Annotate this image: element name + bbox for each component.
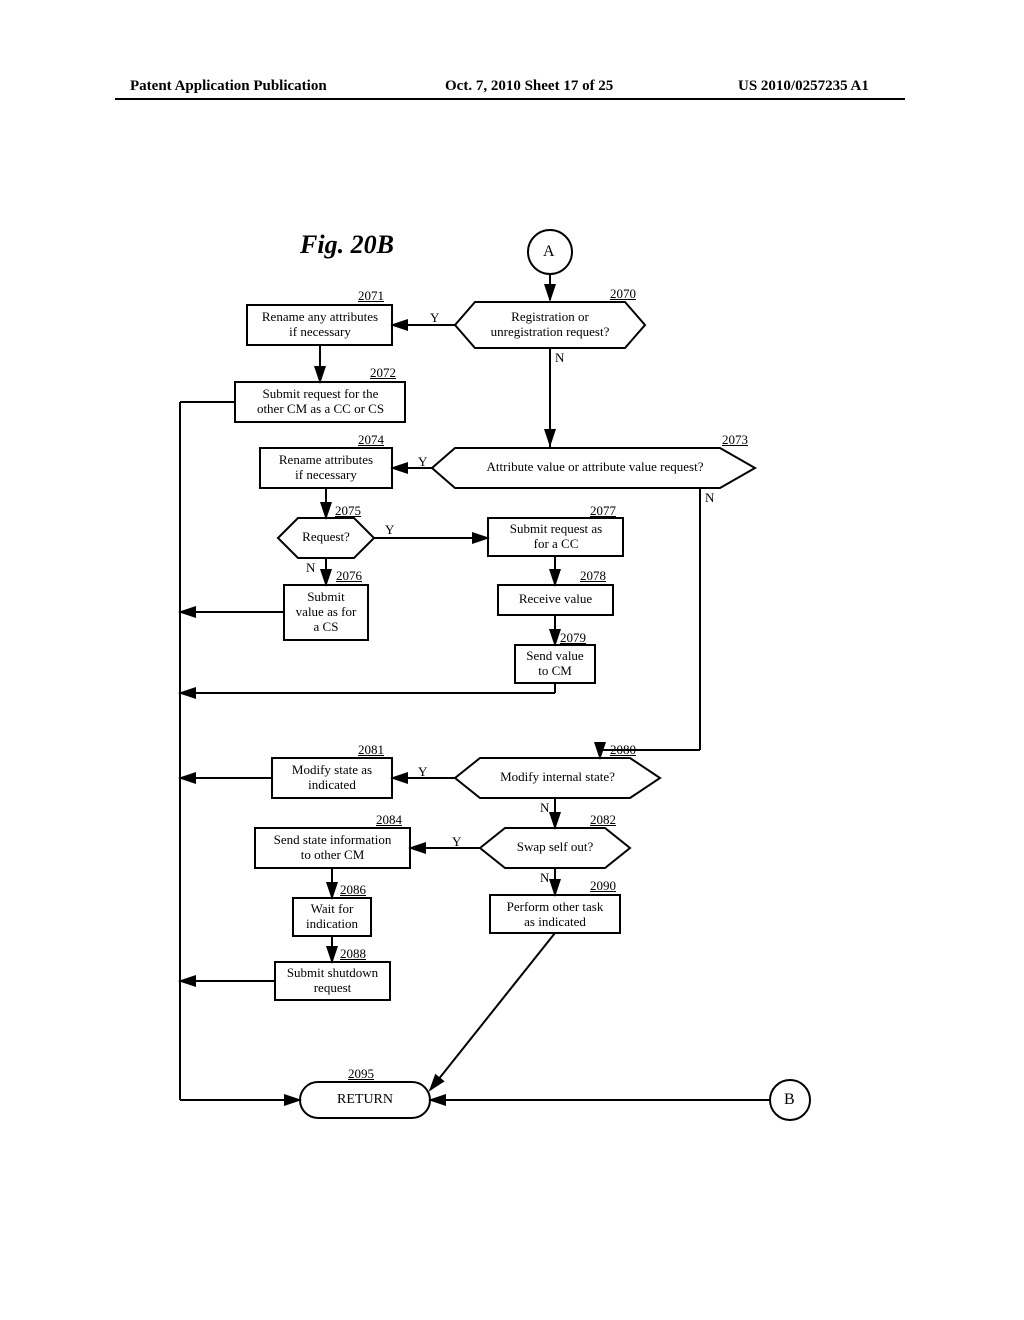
text-2090: Perform other taskas indicated — [490, 900, 620, 930]
num-2078: 2078 — [580, 568, 606, 584]
num-2081: 2081 — [358, 742, 384, 758]
num-2082: 2082 — [590, 812, 616, 828]
num-2074: 2074 — [358, 432, 384, 448]
yn-2073-n: N — [705, 490, 714, 506]
yn-2080-n: N — [540, 800, 549, 816]
num-2071: 2071 — [358, 288, 384, 304]
text-2073: Attribute value or attribute value reque… — [455, 460, 735, 475]
text-2071: Rename any attributesif necessary — [250, 310, 390, 340]
text-2086: Wait forindication — [293, 902, 371, 932]
num-2077: 2077 — [590, 503, 616, 519]
num-2088: 2088 — [340, 946, 366, 962]
text-2072: Submit request for theother CM as a CC o… — [238, 387, 403, 417]
connector-a-label: A — [543, 243, 555, 261]
num-2086: 2086 — [340, 882, 366, 898]
text-2082: Swap self out? — [500, 840, 610, 855]
num-2076: 2076 — [336, 568, 362, 584]
yn-2070-n: N — [555, 350, 564, 366]
num-2084: 2084 — [376, 812, 402, 828]
text-2070: Registration orunregistration request? — [470, 310, 630, 340]
flowchart-svg — [0, 0, 1024, 1320]
text-2079: Send valueto CM — [515, 649, 595, 679]
yn-2082-y: Y — [452, 834, 461, 850]
text-2084: Send state informationto other CM — [255, 833, 410, 863]
num-2072: 2072 — [370, 365, 396, 381]
text-2077: Submit request asfor a CC — [490, 522, 622, 552]
text-2081: Modify state asindicated — [272, 763, 392, 793]
num-2090: 2090 — [590, 878, 616, 894]
text-2095: RETURN — [300, 1092, 430, 1108]
num-2095: 2095 — [348, 1066, 374, 1082]
num-2073: 2073 — [722, 432, 748, 448]
num-2070: 2070 — [610, 286, 636, 302]
num-2080: 2080 — [610, 742, 636, 758]
text-2076: Submitvalue as fora CS — [284, 590, 368, 635]
num-2079: 2079 — [560, 630, 586, 646]
yn-2075-y: Y — [385, 522, 394, 538]
yn-2073-y: Y — [418, 454, 427, 470]
yn-2082-n: N — [540, 870, 549, 886]
text-2078: Receive value — [498, 592, 613, 607]
yn-2080-y: Y — [418, 764, 427, 780]
text-2075: Request? — [296, 530, 356, 545]
text-2074: Rename attributesif necessary — [262, 453, 390, 483]
page: Patent Application Publication Oct. 7, 2… — [0, 0, 1024, 1320]
text-2088: Submit shutdownrequest — [275, 966, 390, 996]
yn-2075-n: N — [306, 560, 315, 576]
yn-2070-y: Y — [430, 310, 439, 326]
num-2075: 2075 — [335, 503, 361, 519]
text-2080: Modify internal state? — [475, 770, 640, 785]
connector-b-label: B — [784, 1091, 795, 1109]
